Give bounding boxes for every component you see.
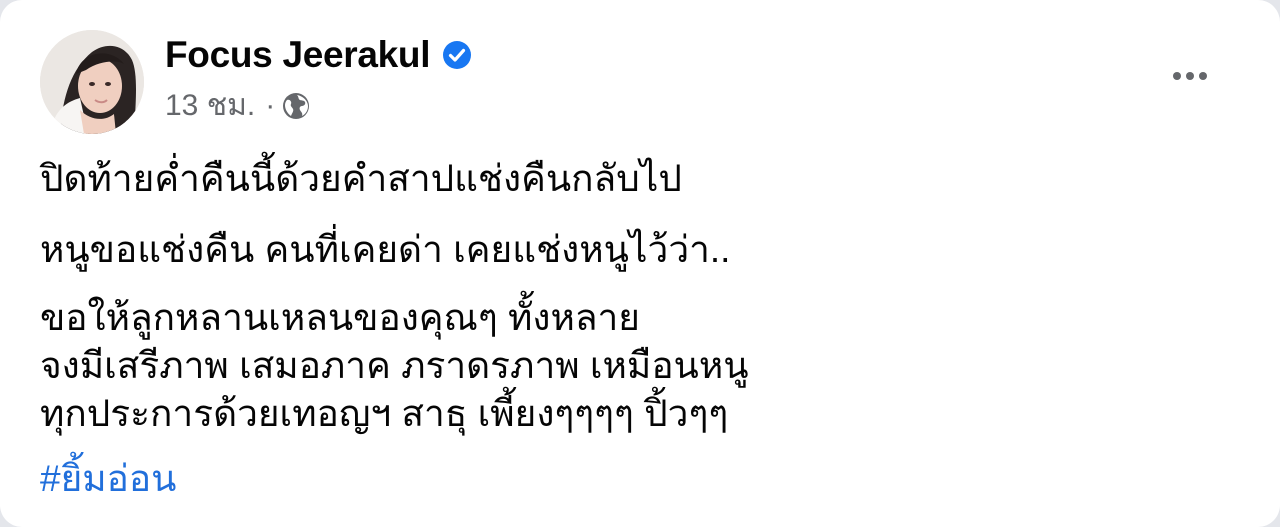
post-line: ขอให้ลูกหลานเหลนของคุณๆ ทั้งหลาย	[40, 297, 640, 338]
post-line: จงมีเสรีภาพ เสมอภาค ภราดรภาพ เหมือนหนู	[40, 345, 749, 386]
more-dot-icon	[1186, 72, 1194, 80]
more-dot-icon	[1173, 72, 1181, 80]
verified-badge-icon	[442, 40, 472, 70]
post-line: หนูขอแช่งคืน คนที่เคยด่า เคยแช่งหนูไว้ว่…	[40, 229, 731, 270]
more-options-button[interactable]	[1166, 56, 1214, 96]
post-line: ปิดท้ายค่ำคืนนี้ด้วยคำสาปแช่งคืนกลับไป	[40, 158, 682, 199]
post-timestamp[interactable]: 13 ชม.	[165, 84, 255, 128]
hashtag-link[interactable]: #ยิ้มอ่อน	[40, 452, 176, 506]
more-dot-icon	[1199, 72, 1207, 80]
post-line: ทุกประการด้วยเทอญฯ สาธุ เพี้ยงๆๆๆๆ ปิ้วๆ…	[40, 393, 729, 434]
meta-separator: ·	[265, 89, 276, 122]
post-card: Focus Jeerakul 13 ชม. · ปิดท้ายค่ำคืนนี้…	[0, 0, 1280, 527]
post-body: ปิดท้ายค่ำคืนนี้ด้วยคำสาปแช่งคืนกลับไป ห…	[40, 152, 1240, 452]
avatar-image	[40, 30, 144, 134]
post-paragraph: ขอให้ลูกหลานเหลนของคุณๆ ทั้งหลาย จงมีเสร…	[40, 294, 1240, 438]
post-meta: 13 ชม. ·	[165, 84, 311, 128]
author-avatar[interactable]	[40, 30, 144, 134]
author-row: Focus Jeerakul	[165, 32, 472, 78]
globe-icon[interactable]	[281, 91, 311, 121]
author-name[interactable]: Focus Jeerakul	[165, 32, 431, 78]
